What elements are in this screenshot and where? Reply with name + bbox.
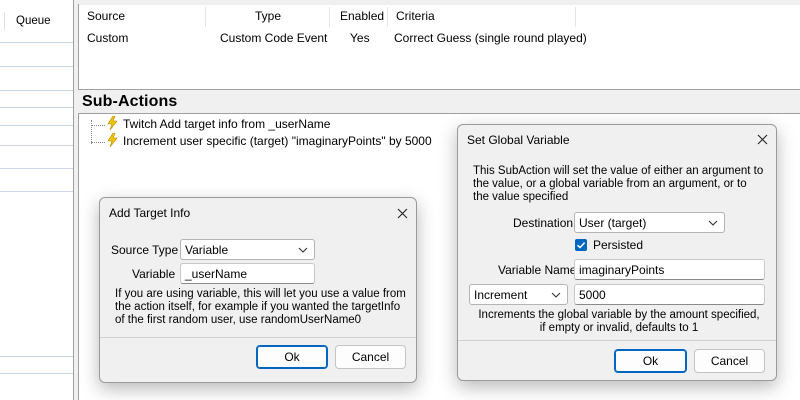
chevron-down-icon (298, 247, 308, 253)
destination-value: User (target) (579, 216, 647, 230)
operation-value: Increment (474, 288, 528, 302)
trigger-type-cell[interactable]: Custom Code Event (220, 29, 327, 47)
queue-column-header[interactable]: Queue (0, 9, 74, 33)
column-divider (329, 7, 330, 27)
trigger-source-cell[interactable]: Custom (87, 29, 128, 47)
chevron-down-icon (708, 220, 718, 226)
dialog-title: Set Global Variable (467, 133, 570, 147)
tree-connector (91, 142, 105, 143)
close-button[interactable] (388, 201, 416, 225)
row-separator (0, 66, 73, 67)
add-target-info-dialog: Add Target Info Source Type Variable Var… (99, 197, 417, 383)
variable-input[interactable]: _userName (180, 263, 315, 284)
row-separator (0, 145, 73, 146)
variable-value: _userName (185, 267, 248, 281)
footer-divider (100, 337, 416, 338)
column-header-source[interactable]: Source (87, 5, 125, 27)
lightning-bolt-icon (107, 116, 118, 130)
subactions-title: Sub-Actions (82, 93, 178, 110)
group-box-edge (79, 1, 800, 5)
variable-label: Variable (132, 267, 176, 281)
subaction-item[interactable]: Twitch Add target info from _userName (123, 117, 330, 131)
source-type-dropdown[interactable]: Variable (180, 239, 315, 260)
description-text: This SubAction will set the value of eit… (473, 165, 764, 203)
variable-name-value: imaginaryPoints (579, 263, 665, 277)
operation-dropdown[interactable]: Increment (469, 284, 568, 305)
row-separator (0, 373, 73, 374)
row-separator (0, 42, 73, 43)
ok-button[interactable]: Ok (256, 345, 328, 369)
destination-dropdown[interactable]: User (target) (574, 212, 725, 233)
trigger-enabled-cell[interactable]: Yes (350, 29, 370, 47)
source-type-value: Variable (185, 243, 229, 257)
close-icon (397, 208, 407, 218)
persisted-checkbox[interactable] (575, 239, 587, 251)
amount-value: 5000 (579, 288, 606, 302)
persisted-label: Persisted (593, 238, 644, 252)
column-header-criteria[interactable]: Criteria (396, 5, 435, 27)
variable-name-input[interactable]: imaginaryPoints (574, 259, 765, 280)
column-divider (387, 7, 388, 27)
dialog-title: Add Target Info (109, 206, 191, 220)
checkmark-icon (576, 242, 586, 249)
queue-header-label: Queue (16, 15, 51, 27)
column-divider (575, 7, 576, 27)
row-separator (0, 125, 73, 126)
row-separator (0, 168, 73, 169)
column-header-type[interactable]: Type (255, 5, 281, 27)
close-icon (757, 134, 767, 144)
queue-panel[interactable]: Queue (0, 0, 74, 400)
cancel-button[interactable]: Cancel (335, 345, 406, 369)
variable-name-label: Variable Name (498, 263, 577, 277)
source-type-label: Source Type (111, 243, 179, 257)
destination-label: Destination (513, 216, 574, 230)
ok-button[interactable]: Ok (614, 349, 687, 373)
triggers-list[interactable]: Source Type Enabled Criteria Custom Cust… (78, 1, 800, 90)
column-divider (205, 7, 206, 27)
subaction-item[interactable]: Increment user specific (target) "imagin… (123, 134, 432, 148)
trigger-criteria-cell[interactable]: Correct Guess (single round played) (394, 29, 587, 47)
footer-divider (458, 340, 776, 341)
row-separator (0, 356, 73, 357)
cancel-button[interactable]: Cancel (694, 349, 765, 373)
column-header-enabled[interactable]: Enabled (340, 5, 384, 27)
row-separator (0, 191, 73, 192)
row-separator (0, 107, 73, 108)
help-text: Increments the global variable by the am… (478, 309, 760, 334)
lightning-bolt-icon (107, 133, 118, 147)
chevron-down-icon (551, 292, 561, 298)
set-global-variable-dialog: Set Global Variable This SubAction will … (457, 124, 777, 381)
help-text: If you are using variable, this will let… (115, 288, 406, 326)
column-divider (4, 12, 5, 30)
tree-connector (91, 125, 105, 126)
amount-input[interactable]: 5000 (574, 284, 765, 305)
tree-connector (91, 120, 92, 144)
row-separator (0, 90, 73, 91)
close-button[interactable] (748, 127, 776, 151)
